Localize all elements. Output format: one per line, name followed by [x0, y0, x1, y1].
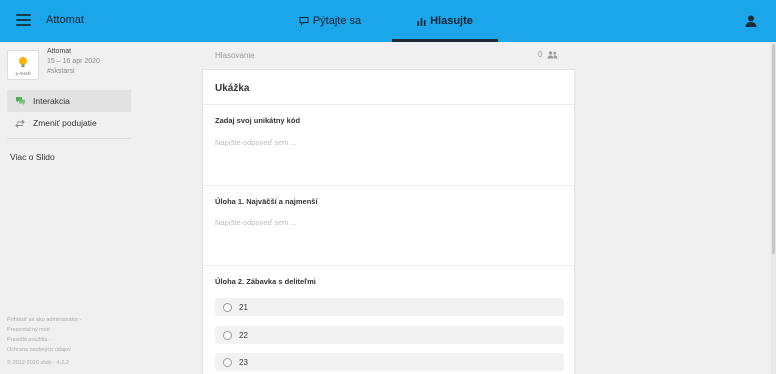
radio-button[interactable]: [223, 302, 232, 312]
tab-poll[interactable]: Hlasujte: [392, 0, 498, 42]
sidebar: p-mesti Attomat 15 – 16 apr 2020 #skstar…: [0, 42, 138, 374]
footer-terms-link[interactable]: Pravidlá použitia -: [7, 337, 51, 343]
card-divider: [203, 265, 574, 266]
sidebar-item-interaction[interactable]: Interakcia: [7, 90, 131, 112]
svg-text:p-mesti: p-mesti: [15, 71, 30, 76]
answer-input-task1[interactable]: [215, 215, 555, 229]
user-icon[interactable]: [744, 14, 758, 28]
participant-count-value: 0: [538, 50, 543, 59]
top-bar: Attomat Pýtajte sa Hlasujte: [0, 0, 776, 42]
sidebar-item-label: Zmeniť podujatie: [33, 118, 97, 128]
tab-poll-label: Hlasujte: [430, 15, 473, 27]
speech-bubble-icon: [299, 16, 309, 26]
option-label: 21: [239, 302, 248, 312]
lightbulb-icon: p-mesti: [15, 57, 31, 76]
chat-bubbles-icon: [7, 96, 33, 106]
more-about-slido-link[interactable]: Viac o Slido: [10, 152, 55, 162]
option-label: 23: [239, 357, 248, 367]
card-divider: [203, 185, 574, 186]
event-logo: p-mesti: [7, 50, 39, 80]
poll-option[interactable]: 21: [215, 298, 564, 316]
footer-presentation-mode-link[interactable]: Prezentačný mód: [7, 327, 50, 333]
app-title: Attomat: [46, 14, 84, 26]
tab-ask[interactable]: Pýtajte sa: [270, 0, 390, 42]
poll-list-header: Hlasovanie: [215, 51, 255, 60]
event-info: p-mesti Attomat 15 – 16 apr 2020 #skstar…: [7, 48, 135, 84]
question-title: Úloha 1. Najväčší a najmenší: [215, 197, 318, 206]
people-icon: [547, 50, 558, 59]
sidebar-divider: [7, 138, 131, 139]
footer-privacy-link[interactable]: Ochrana osobných údajov: [7, 347, 71, 353]
scrollbar-thumb[interactable]: [772, 44, 775, 254]
option-label: 22: [239, 330, 248, 340]
sidebar-item-label: Interakcia: [33, 96, 70, 106]
card-divider: [203, 104, 574, 105]
hamburger-menu-icon[interactable]: [16, 14, 31, 27]
radio-button[interactable]: [223, 357, 232, 367]
poll-card: Ukážka Zadaj svoj unikátny kód Úloha 1. …: [202, 69, 575, 374]
swap-arrows-icon: [7, 119, 33, 128]
event-dates: 15 – 16 apr 2020: [47, 58, 100, 65]
radio-button[interactable]: [223, 330, 232, 340]
event-code: #skstarsi: [47, 68, 75, 75]
question-title: Zadaj svoj unikátny kód: [215, 116, 301, 125]
participant-count: 0: [538, 50, 558, 59]
poll-option[interactable]: 22: [215, 326, 564, 344]
bar-chart-icon: [417, 17, 426, 26]
tab-ask-label: Pýtajte sa: [312, 15, 362, 27]
question-title: Úloha 2. Zábavka s deliteľmi: [215, 277, 316, 286]
poll-title: Ukážka: [215, 83, 250, 94]
footer-copyright: © 2012-2020 slido - 4.2.2: [7, 360, 69, 366]
footer-admin-login-link[interactable]: Prihlásiť sa ako administrátor -: [7, 317, 82, 323]
poll-option[interactable]: 23: [215, 353, 564, 371]
event-name: Attomat: [47, 48, 72, 55]
sidebar-item-switch-event[interactable]: Zmeniť podujatie: [7, 112, 131, 134]
answer-input-code[interactable]: [215, 135, 555, 149]
